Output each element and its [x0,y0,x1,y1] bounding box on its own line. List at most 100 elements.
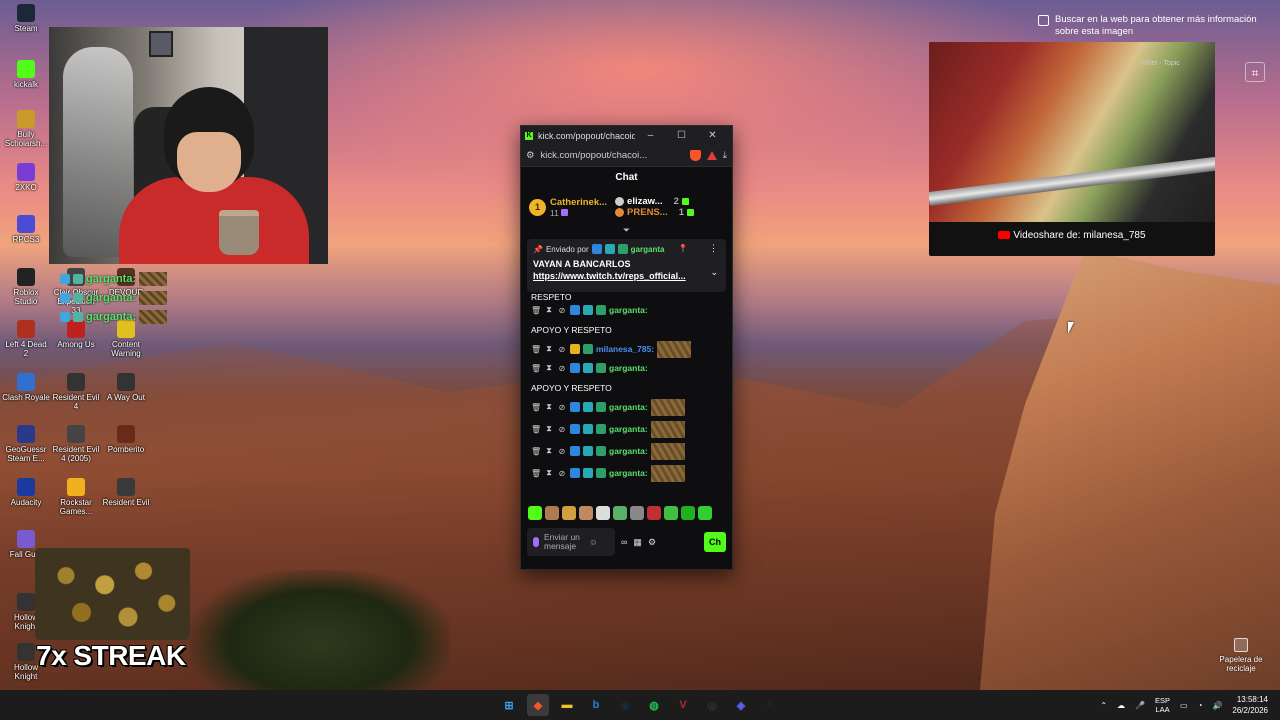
display-icon[interactable]: ▭ [1180,701,1188,710]
ban-icon[interactable]: ⊘ [557,447,567,456]
desktop-icon[interactable]: A Way Out [102,373,150,402]
taskbar-file-explorer[interactable]: ▬ [556,694,578,716]
emote-icon[interactable] [698,506,712,520]
unpin-icon[interactable]: 📍 [678,244,688,253]
trash-icon[interactable]: 🗑 [531,364,541,373]
desktop-icon[interactable]: Bully Scholarsh... [2,110,50,148]
trash-icon[interactable]: 🗑 [531,469,541,478]
taskbar-steam[interactable]: ◉ [614,694,636,716]
timeout-icon[interactable]: ⧗ [544,446,554,456]
emote-icon[interactable] [596,506,610,520]
taskbar-brave[interactable]: ◆ [527,694,549,716]
emote-icon[interactable] [545,506,559,520]
brave-shield-icon[interactable] [689,150,701,161]
chevron-down-icon[interactable]: ⌄ [710,267,718,278]
chat-username[interactable]: garganta: [609,446,648,456]
emote-icon[interactable] [579,506,593,520]
filter-icon[interactable]: ⏷ [521,225,732,237]
ban-icon[interactable]: ⊘ [557,364,567,373]
gift-icon[interactable]: ▦ [633,537,642,548]
clock[interactable]: 13:58:14 26/2/2026 [1232,694,1268,716]
timeout-icon[interactable]: ⧗ [544,344,554,354]
taskbar-app-a[interactable]: A [759,694,781,716]
chat-username[interactable]: garganta: [609,424,648,434]
desktop-icon[interactable]: Resident Evil 4 (2005) [52,425,100,463]
desktop-icon[interactable]: Resident Evil 4 [52,373,100,411]
top-gifter-first[interactable]: 1 Catherinek... 11 [529,197,607,218]
chat-username[interactable]: garganta: [609,402,648,412]
taskbar-voicemeeter[interactable]: V [672,694,694,716]
timeout-icon[interactable]: ⧗ [544,424,554,434]
chat-input[interactable]: Enviar un mensaje ☺ [527,528,615,556]
desktop-icon[interactable]: Left 4 Dead 2 [2,320,50,358]
url-text[interactable]: kick.com/popout/chacoi... [541,150,684,161]
desktop-icon[interactable]: Clash Royale [2,373,50,402]
trash-icon[interactable]: 🗑 [531,447,541,456]
send-button[interactable]: Ch [704,532,726,552]
chevron-up-icon[interactable]: ⌃ [1100,701,1107,710]
close-button[interactable]: ✕ [697,130,728,141]
desktop-icon[interactable]: Steam [2,4,50,33]
address-bar[interactable]: ⚙ kick.com/popout/chacoi... ⤓ [521,145,732,167]
minimize-button[interactable]: – [635,130,666,141]
desktop-icon[interactable]: GeoGuessr Steam E... [2,425,50,463]
download-icon[interactable]: ⤓ [723,150,727,161]
emote-icon[interactable] [664,506,678,520]
desktop-icon[interactable]: Audacity [2,478,50,507]
emote-icon[interactable] [528,506,542,520]
ban-icon[interactable]: ⊘ [557,425,567,434]
microphone-icon[interactable] [533,537,539,547]
timeout-icon[interactable]: ⧗ [544,402,554,412]
chat-username[interactable]: garganta: [609,363,648,373]
language-indicator[interactable]: ESP LAA [1155,696,1170,714]
trash-icon[interactable]: 🗑 [531,403,541,412]
chat-username[interactable]: milanesa_785: [596,344,654,354]
taskbar-obs[interactable]: ◎ [701,694,723,716]
network-icon[interactable]: ☁ [1117,701,1125,710]
desktop-icon[interactable]: Rockstar Games... [52,478,100,516]
brave-rewards-icon[interactable] [706,151,717,160]
gear-icon[interactable]: ⚙ [648,537,656,548]
link-icon[interactable]: ∞ [621,537,627,547]
taskbar-discord[interactable]: ◈ [730,694,752,716]
pinned-by-user[interactable]: garganta [631,245,665,254]
emote-icon[interactable] [630,506,644,520]
desktop-icon[interactable]: Resident Evil [102,478,150,507]
top-gifter-third[interactable]: PRENS... 1 [615,207,694,218]
emoji-icon[interactable]: ☺ [589,537,598,547]
taskbar-bing[interactable]: b [585,694,607,716]
ban-icon[interactable]: ⊘ [557,469,567,478]
emote-icon[interactable] [647,506,661,520]
timeout-icon[interactable]: ⧗ [544,468,554,478]
desktop-icon[interactable]: 2XKO [2,163,50,192]
recycle-bin[interactable]: Papelera de reciclaje [1217,638,1265,673]
desktop-icon[interactable]: Pomberito [102,425,150,454]
chat-username[interactable]: garganta: [609,305,648,315]
taskbar-windows-start[interactable]: ⊞ [498,694,520,716]
ban-icon[interactable]: ⊘ [557,306,567,315]
timeout-icon[interactable]: ⧗ [544,305,554,315]
pinned-link[interactable]: https://www.twitch.tv/reps_official... [533,271,703,281]
lens-tooltip[interactable]: Buscar en la web para obtener más inform… [1038,14,1268,44]
emote-icon[interactable] [681,506,695,520]
volume-icon[interactable]: 🔊 [1212,701,1222,710]
desktop-icon[interactable]: kickalk [2,60,50,89]
popup-titlebar[interactable]: K kick.com/popout/chacoide/... – ☐ ✕ [521,126,732,145]
desktop-icon[interactable]: RPCS3 [2,215,50,244]
maximize-button[interactable]: ☐ [666,130,697,141]
wifi-icon[interactable]: ◔ [1198,701,1203,710]
timeout-icon[interactable]: ⧗ [544,363,554,373]
trash-icon[interactable]: 🗑 [531,345,541,354]
chat-username[interactable]: garganta: [609,468,648,478]
site-settings-icon[interactable]: ⚙ [526,150,535,161]
emote-icon[interactable] [613,506,627,520]
ban-icon[interactable]: ⊘ [557,403,567,412]
lens-button[interactable]: ⌗ [1245,62,1265,82]
trash-icon[interactable]: 🗑 [531,425,541,434]
ban-icon[interactable]: ⊘ [557,345,567,354]
taskbar-spotify[interactable]: ◍ [643,694,665,716]
more-options-icon[interactable]: ⋮ [709,243,718,254]
trash-icon[interactable]: 🗑 [531,306,541,315]
emote-icon[interactable] [562,506,576,520]
mic-tray-icon[interactable]: 🎤 [1135,701,1145,710]
